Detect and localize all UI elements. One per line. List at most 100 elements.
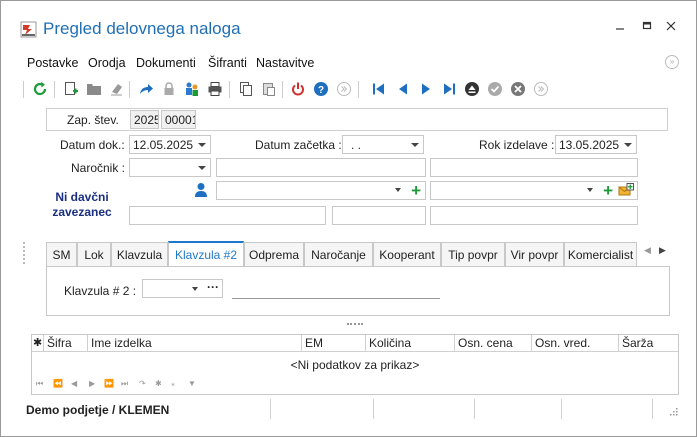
- open-button[interactable]: [85, 80, 103, 98]
- chevron-down-icon[interactable]: [624, 143, 632, 147]
- extra-field-2[interactable]: [332, 206, 426, 225]
- nav-insert-icon[interactable]: ⁎: [171, 379, 175, 388]
- nav-next-page-icon[interactable]: ⏩: [104, 379, 114, 388]
- column-header-sarza[interactable]: Šarža: [619, 335, 679, 352]
- check-circle-icon: [488, 82, 502, 96]
- tab-komercialist[interactable]: Komercialist: [564, 242, 637, 267]
- print-button[interactable]: [206, 80, 224, 98]
- chevron-down-icon[interactable]: [198, 166, 206, 170]
- next-record-button[interactable]: [417, 80, 435, 98]
- rok-izdelave-value: 13.05.2025: [559, 138, 620, 152]
- tab-lok[interactable]: Lok: [77, 242, 111, 267]
- chevron-down-icon[interactable]: [395, 188, 401, 192]
- nav-prev-page-icon[interactable]: ⏪: [53, 379, 63, 388]
- refresh-button[interactable]: [31, 80, 49, 98]
- tab-odprema[interactable]: Odprema: [244, 242, 304, 267]
- toolbar-separator: [129, 81, 130, 98]
- help-button[interactable]: ?: [312, 80, 330, 98]
- paste-button[interactable]: [260, 80, 278, 98]
- person-icon[interactable]: [194, 182, 208, 198]
- last-record-button[interactable]: [440, 80, 458, 98]
- first-record-button[interactable]: [370, 80, 388, 98]
- column-header-osn-cena[interactable]: Osn. cena: [455, 335, 532, 352]
- cancel-button[interactable]: [509, 80, 527, 98]
- users-button[interactable]: [183, 80, 201, 98]
- tab-sm[interactable]: SM: [46, 242, 77, 267]
- skip-button-2[interactable]: [532, 80, 550, 98]
- collapse-ribbon-icon[interactable]: »: [665, 55, 679, 69]
- nav-refresh-icon[interactable]: ↷: [139, 379, 146, 388]
- menu-sifranti[interactable]: Šifranti: [208, 56, 247, 70]
- new-document-icon: [65, 82, 78, 95]
- column-header-sifra[interactable]: Šifra: [44, 335, 88, 352]
- tab-narocanje[interactable]: Naročanje: [304, 242, 373, 267]
- datum-zacetka-value: . .: [351, 138, 362, 152]
- menu-dokumenti[interactable]: Dokumenti: [136, 56, 196, 70]
- nav-append-icon[interactable]: ✱: [155, 379, 162, 388]
- chevron-down-icon[interactable]: [198, 143, 206, 147]
- lock-button[interactable]: [160, 80, 178, 98]
- contact-person-combo[interactable]: +: [216, 181, 426, 200]
- chevron-down-icon[interactable]: [587, 188, 593, 192]
- nav-prev-icon[interactable]: ◀: [71, 379, 77, 388]
- klavzula-2-combo[interactable]: ···: [142, 279, 223, 298]
- extra-field-3[interactable]: [430, 206, 638, 225]
- rok-izdelave-field[interactable]: 13.05.2025: [555, 135, 637, 154]
- column-header-em[interactable]: EM: [302, 335, 366, 352]
- tab-klavzula-2[interactable]: Klavzula #2: [168, 241, 244, 267]
- klavzula-2-description: [232, 298, 440, 299]
- datum-zacetka-field[interactable]: . .: [342, 135, 424, 154]
- circle-skip-icon: [337, 82, 351, 96]
- narocnik-name-field[interactable]: [216, 158, 426, 177]
- chevron-down-icon[interactable]: [411, 143, 419, 147]
- tab-scroll-left-icon[interactable]: ◀: [644, 245, 651, 256]
- tab-scroll-right-icon[interactable]: ▶: [659, 245, 666, 256]
- menu-orodja[interactable]: Orodja: [88, 56, 126, 70]
- power-button[interactable]: [289, 80, 307, 98]
- toolbar-separator: [23, 81, 24, 98]
- erase-button[interactable]: [108, 80, 126, 98]
- column-header-kolicina[interactable]: Količina: [366, 335, 455, 352]
- datum-dok-field[interactable]: 12.05.2025: [129, 135, 211, 154]
- skip-button[interactable]: [335, 80, 353, 98]
- column-header-ime-izdelka[interactable]: Ime izdelka: [88, 335, 302, 352]
- extra-field-1[interactable]: [129, 206, 326, 225]
- column-header-osn-vred[interactable]: Osn. vred.: [532, 335, 619, 352]
- narocnik-code-combo[interactable]: [129, 158, 211, 177]
- add-address-icon[interactable]: +: [603, 182, 613, 199]
- tab-kooperant[interactable]: Kooperant: [373, 242, 441, 267]
- add-contact-icon[interactable]: +: [411, 182, 421, 199]
- maximize-button[interactable]: [642, 19, 652, 34]
- confirm-button[interactable]: [486, 80, 504, 98]
- eject-button[interactable]: [463, 80, 481, 98]
- tab-vir-povpr[interactable]: Vir povpr: [505, 242, 564, 267]
- tab-tip-povpr[interactable]: Tip povpr: [441, 242, 505, 267]
- menu-postavke[interactable]: Postavke: [27, 56, 78, 70]
- minimize-button[interactable]: [615, 19, 625, 34]
- vertical-splitter[interactable]: [23, 242, 25, 264]
- chevron-down-icon[interactable]: [192, 287, 198, 291]
- close-button[interactable]: [666, 19, 676, 34]
- status-separator: [561, 399, 562, 419]
- address-combo[interactable]: +: [430, 181, 638, 200]
- first-record-icon: [373, 83, 384, 95]
- grid-column-chooser-icon[interactable]: ✱: [32, 335, 44, 352]
- nav-last-icon[interactable]: ⏭: [121, 379, 128, 389]
- zap-label: Zap. štev.: [67, 113, 119, 127]
- menu-nastavitve[interactable]: Nastavitve: [256, 56, 314, 70]
- nav-next-icon[interactable]: ▶: [89, 379, 95, 388]
- new-button[interactable]: [62, 80, 80, 98]
- narocnik-label: Naročnik :: [71, 161, 126, 175]
- horizontal-splitter[interactable]: [347, 323, 363, 325]
- nav-filter-icon[interactable]: ▼: [188, 379, 196, 388]
- tab-klavzula[interactable]: Klavzula: [111, 242, 168, 267]
- nav-first-icon[interactable]: ⏮: [36, 379, 43, 389]
- resize-grip-icon[interactable]: [667, 407, 678, 418]
- mail-add-icon[interactable]: [618, 183, 634, 197]
- narocnik-extra-field[interactable]: [430, 158, 638, 177]
- copy-button[interactable]: [237, 80, 255, 98]
- forward-button[interactable]: [137, 80, 155, 98]
- eject-icon: [465, 82, 479, 96]
- previous-record-button[interactable]: [394, 80, 412, 98]
- ellipsis-icon[interactable]: ···: [207, 280, 219, 294]
